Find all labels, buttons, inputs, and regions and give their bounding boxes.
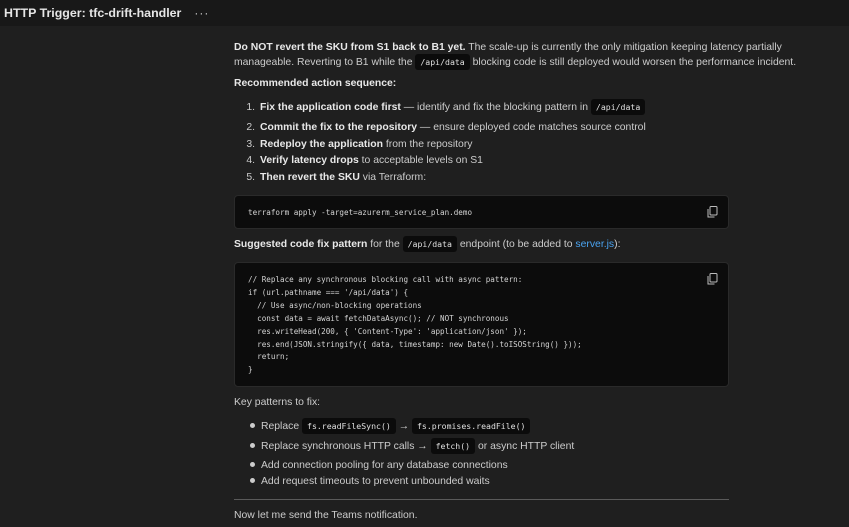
inline-code: fetch(): [430, 438, 476, 454]
inline-code: fs.promises.readFile(): [412, 418, 531, 434]
more-actions-button[interactable]: ···: [194, 6, 209, 20]
bullet: [250, 461, 255, 467]
pattern-text: Add request timeouts to prevent unbounde…: [261, 476, 490, 487]
fix-code: // Replace any synchronous blocking call…: [248, 275, 582, 375]
step-text: — ensure deployed code matches source co…: [417, 122, 646, 133]
fix-code-block: // Replace any synchronous blocking call…: [234, 262, 729, 387]
suggested-paragraph: Suggested code fix pattern for the /api/…: [234, 236, 621, 252]
intro-paragraph: Do NOT revert the SKU from S1 back to B1…: [234, 41, 796, 70]
bullet: [250, 442, 255, 448]
step-text: to acceptable levels on S1: [358, 155, 483, 166]
terraform-code-block: terraform apply -target=azurerm_service_…: [234, 195, 729, 229]
bullet: [250, 422, 255, 428]
closing-text: Now let me send the Teams notification.: [234, 510, 418, 521]
intro-text-2: manageable. Reverting to B1 while the: [234, 57, 416, 68]
suggested-text: for the: [367, 239, 403, 250]
step-text: via Terraform:: [359, 172, 427, 183]
step-title: Verify latency drops: [260, 155, 359, 166]
divider: [234, 499, 729, 500]
pattern-text: Replace synchronous HTTP calls →: [261, 441, 431, 452]
step-number: 3.: [246, 139, 255, 150]
step-title: Commit the fix to the repository: [260, 122, 418, 133]
key-patterns-heading: Key patterns to fix:: [234, 397, 321, 408]
title-bar: HTTP Trigger: tfc-drift-handler ···: [0, 0, 849, 26]
step-item: 2. Commit the fix to the repository — ens…: [234, 122, 646, 133]
pattern-text-2: or async HTTP client: [475, 441, 575, 452]
step-title: Then revert the SKU: [260, 172, 360, 183]
server-js-link[interactable]: server.js: [575, 239, 614, 250]
step-text: from the repository: [382, 139, 473, 150]
step-title: Redeploy the application: [260, 139, 383, 150]
intro-warning: Do NOT revert the SKU from S1 back to B1…: [234, 42, 466, 53]
list-item: Replace synchronous HTTP calls → fetch()…: [234, 438, 575, 454]
list-item: Add request timeouts to prevent unbounde…: [234, 476, 490, 487]
inline-code: /api/data: [590, 99, 646, 115]
step-item: 1. Fix the application code first — ident…: [234, 99, 646, 115]
intro-text-3: blocking code is still deployed would wo…: [469, 57, 797, 68]
suggested-text-3: ):: [614, 239, 621, 250]
arrow: →: [395, 421, 412, 432]
bullet: [250, 477, 255, 483]
copy-icon[interactable]: [707, 273, 718, 285]
step-number: 5.: [246, 172, 255, 183]
step-number: 4.: [246, 155, 255, 166]
recommended-heading: Recommended action sequence:: [234, 78, 397, 89]
inline-code: /api/data: [402, 236, 457, 252]
step-item: 3. Redeploy the application from the repo…: [234, 139, 473, 150]
step-number: 1.: [246, 102, 255, 113]
panel-title: HTTP Trigger: tfc-drift-handler: [4, 6, 182, 20]
step-item: 5. Then revert the SKU via Terraform:: [234, 172, 426, 183]
step-number: 2.: [246, 122, 255, 133]
list-item: Replace fs.readFileSync() → fs.promises.…: [234, 418, 531, 434]
copy-icon[interactable]: [707, 206, 718, 218]
suggested-title: Suggested code fix pattern: [234, 239, 368, 250]
suggested-text-2: endpoint (to be added to: [456, 239, 576, 250]
pattern-text: Replace: [261, 421, 303, 432]
list-item: Add connection pooling for any database …: [234, 460, 508, 471]
pattern-text: Add connection pooling for any database …: [261, 460, 508, 471]
step-title: Fix the application code first: [260, 102, 401, 113]
step-text: — identify and fix the blocking pattern …: [400, 102, 591, 113]
terraform-code: terraform apply -target=azurerm_service_…: [248, 208, 473, 217]
inline-code: fs.readFileSync(): [302, 418, 396, 434]
step-item: 4. Verify latency drops to acceptable lev…: [234, 155, 483, 166]
inline-code: /api/data: [415, 54, 470, 70]
intro-text-1: The scale-up is currently the only mitig…: [465, 42, 782, 53]
